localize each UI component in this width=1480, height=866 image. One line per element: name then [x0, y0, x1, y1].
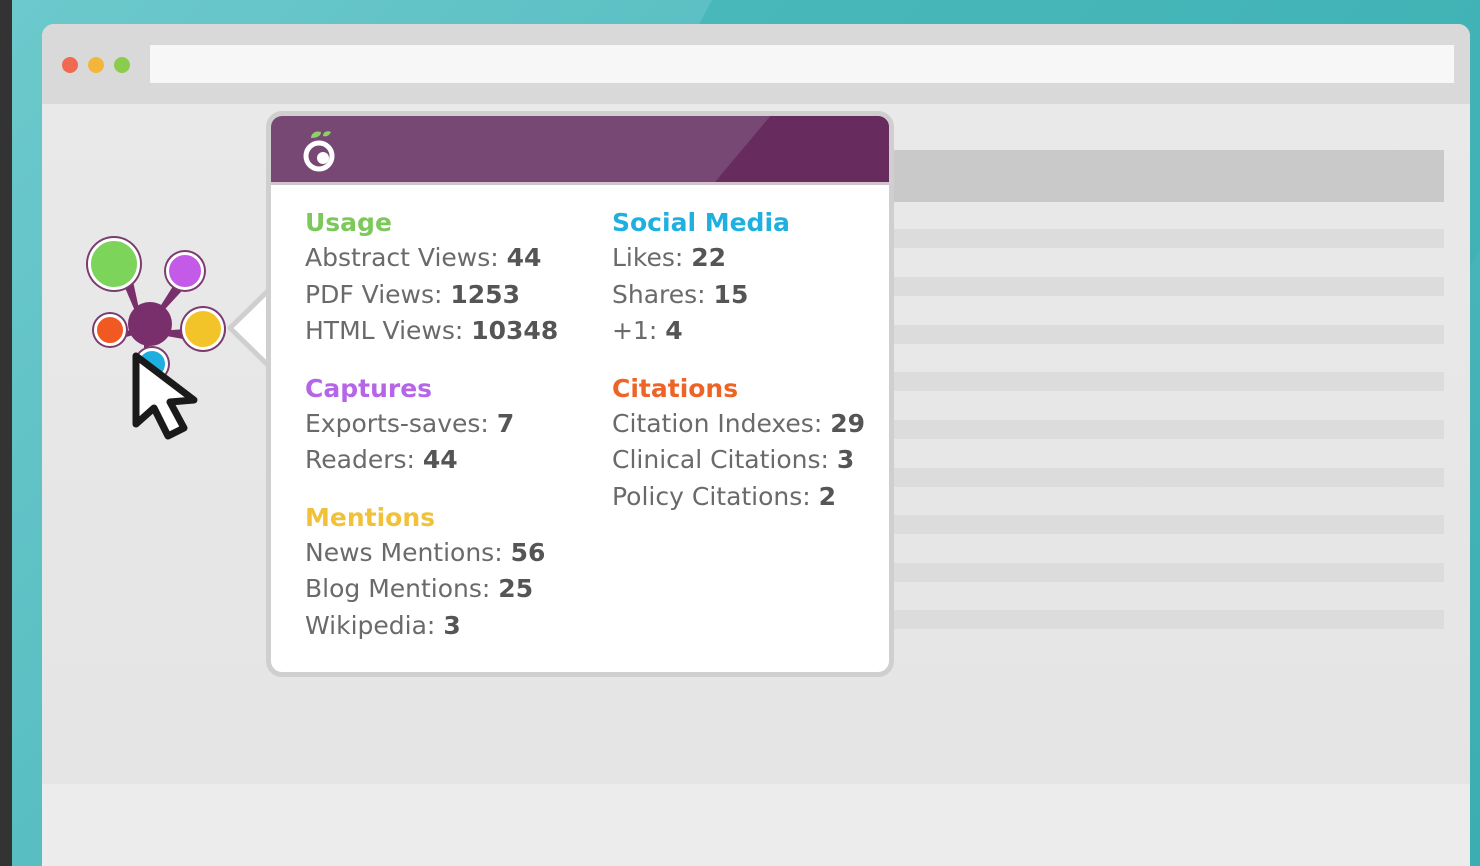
placeholder-text-line [882, 468, 1444, 487]
header-divider [271, 182, 889, 185]
right-metrics-column: Social Media Likes: 22 Shares: 15 +1: 4 … [612, 206, 865, 537]
placeholder-text-line [882, 372, 1444, 391]
mentions-section: Mentions News Mentions: 56 Blog Mentions… [305, 501, 558, 645]
minimize-dot[interactable] [88, 57, 104, 73]
arrow-cursor-icon [128, 350, 228, 450]
metric-blog-mentions: Blog Mentions: 25 [305, 574, 534, 603]
metric-policy-citations: Policy Citations: 2 [612, 481, 837, 511]
citations-title: Citations [612, 373, 739, 403]
metrics-popover: Usage Abstract Views: 44 PDF Views: 1253… [266, 111, 894, 677]
metric-pdf-views: PDF Views: 1253 [305, 279, 520, 309]
metric-shares: Shares: 15 [612, 279, 749, 309]
metric-news-mentions: News Mentions: 56 [305, 537, 546, 567]
metric-citation-indexes: Citation Indexes: 29 [612, 408, 865, 438]
social-media-title: Social Media [612, 208, 790, 237]
placeholder-title-bar [882, 150, 1444, 202]
citations-section: Citations Citation Indexes: 29 Clinical … [612, 372, 865, 516]
placeholder-text-line [882, 420, 1444, 439]
plumx-logo-icon [303, 131, 335, 172]
captures-section: Captures Exports-saves: 7 Readers: 44 [305, 372, 558, 479]
metric-exports-saves: Exports-saves: 7 [305, 408, 515, 438]
placeholder-text-line [882, 229, 1444, 248]
metric-readers: Readers: 44 [305, 445, 458, 474]
address-bar[interactable] [150, 45, 1454, 83]
mentions-petal [182, 308, 224, 350]
usage-title: Usage [305, 208, 392, 237]
captures-petal [166, 252, 204, 290]
placeholder-text-line [882, 277, 1444, 296]
usage-section: Usage Abstract Views: 44 PDF Views: 1253… [305, 206, 558, 350]
mentions-title: Mentions [305, 502, 436, 532]
captures-title: Captures [305, 373, 433, 403]
left-metrics-column: Usage Abstract Views: 44 PDF Views: 1253… [305, 206, 558, 666]
metric-html-views: HTML Views: 10348 [305, 316, 559, 345]
header-shade [703, 116, 889, 182]
usage-petal [88, 238, 140, 290]
social-media-section: Social Media Likes: 22 Shares: 15 +1: 4 [612, 206, 865, 350]
citations-petal [94, 314, 126, 346]
metric-likes: Likes: 22 [612, 243, 727, 272]
metric-plus-one: +1: 4 [612, 316, 683, 345]
placeholder-text-line [882, 610, 1444, 629]
page-footer-area [42, 784, 1470, 866]
popover-header [271, 116, 889, 182]
maximize-dot[interactable] [114, 57, 130, 73]
browser-toolbar [42, 24, 1470, 104]
close-dot[interactable] [62, 57, 78, 73]
metric-clinical-citations: Clinical Citations: 3 [612, 445, 855, 474]
metric-wikipedia: Wikipedia: 3 [305, 610, 461, 640]
metric-abstract-views: Abstract Views: 44 [305, 243, 542, 272]
placeholder-text-line [882, 515, 1444, 534]
placeholder-text-line [882, 325, 1444, 344]
placeholder-text-line [882, 563, 1444, 582]
